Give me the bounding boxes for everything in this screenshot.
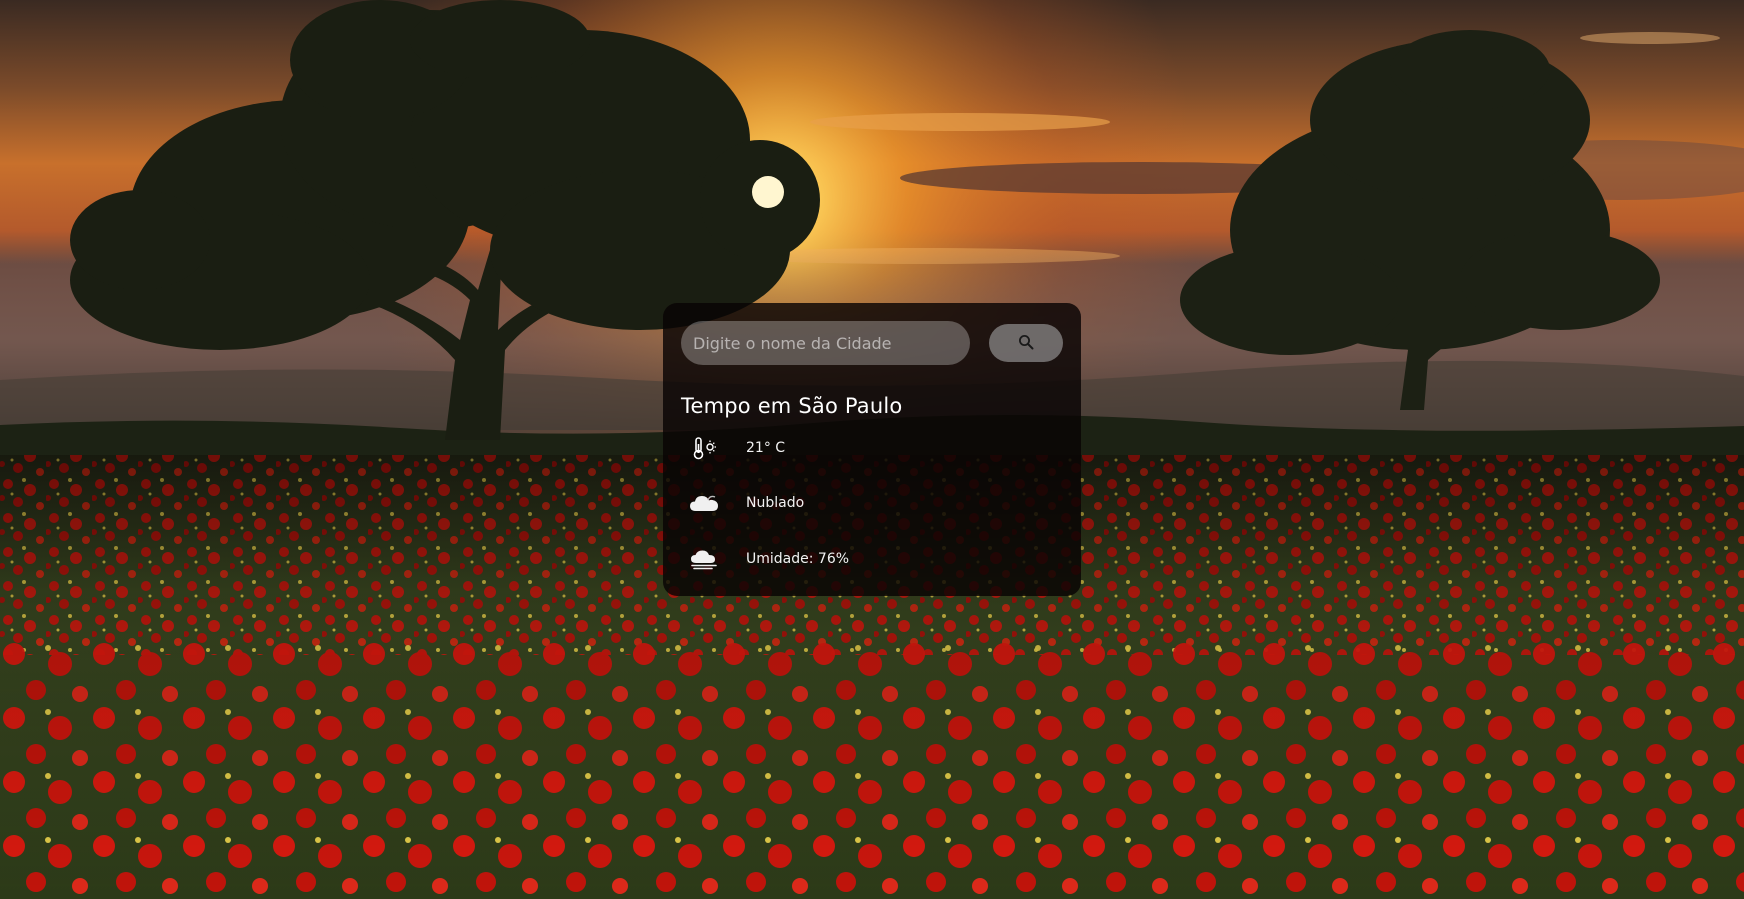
search-bar	[681, 321, 1063, 365]
weather-card: Tempo em São Paulo 21° C Nublado	[663, 303, 1081, 596]
condition-row: Nublado	[681, 491, 1063, 515]
cloud-icon	[687, 491, 721, 515]
search-button[interactable]	[989, 324, 1063, 362]
search-icon	[1018, 334, 1034, 353]
temperature-row: 21° C	[681, 436, 1063, 460]
temperature-text: 21° C	[746, 440, 786, 456]
thermometer-sun-icon	[687, 436, 721, 460]
humidity-text: Umidade: 76%	[746, 551, 850, 567]
humidity-cloud-icon	[687, 547, 721, 571]
condition-text: Nublado	[746, 495, 805, 511]
city-search-input[interactable]	[681, 321, 970, 365]
humidity-row: Umidade: 76%	[681, 547, 1063, 571]
city-title: Tempo em São Paulo	[681, 394, 903, 418]
